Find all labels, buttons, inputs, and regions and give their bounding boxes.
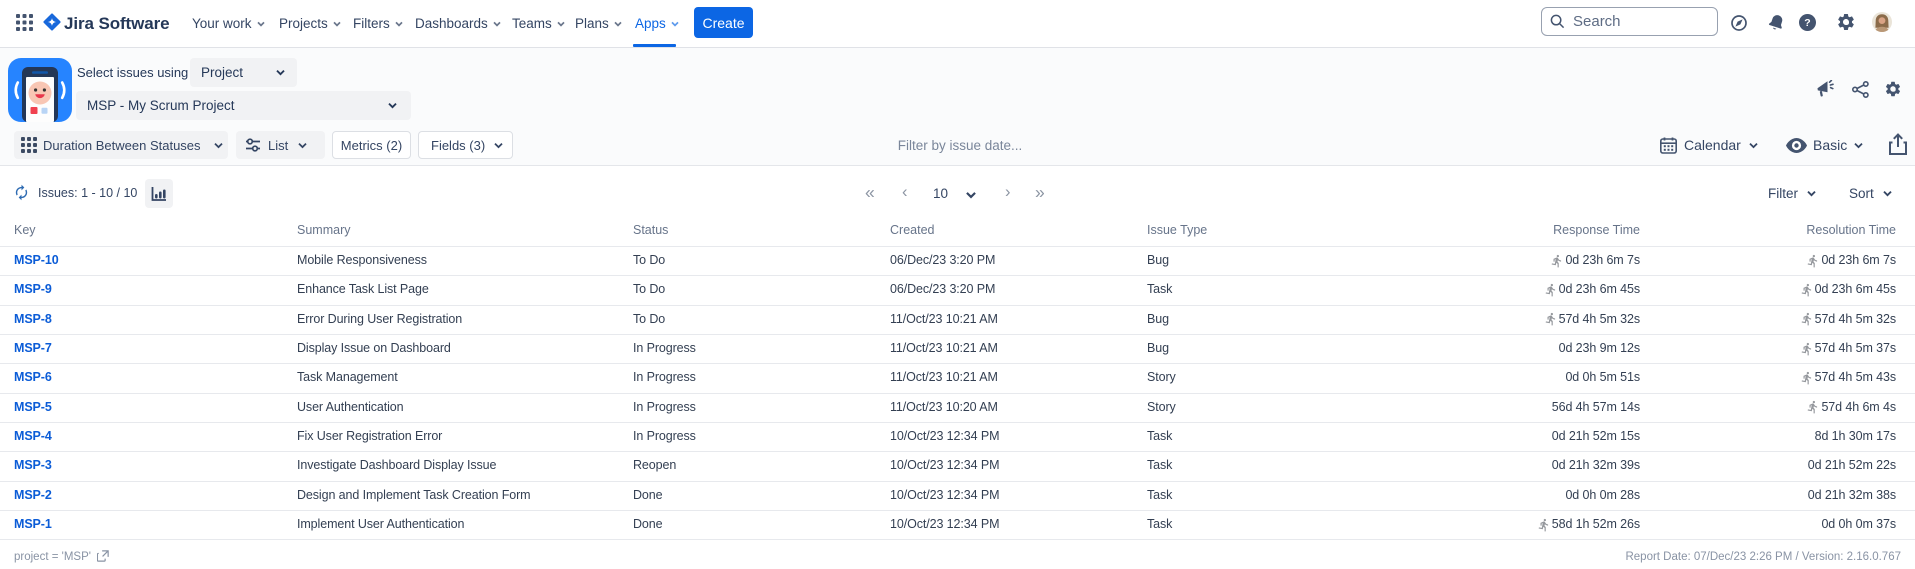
svg-text:?: ? bbox=[1804, 17, 1810, 29]
